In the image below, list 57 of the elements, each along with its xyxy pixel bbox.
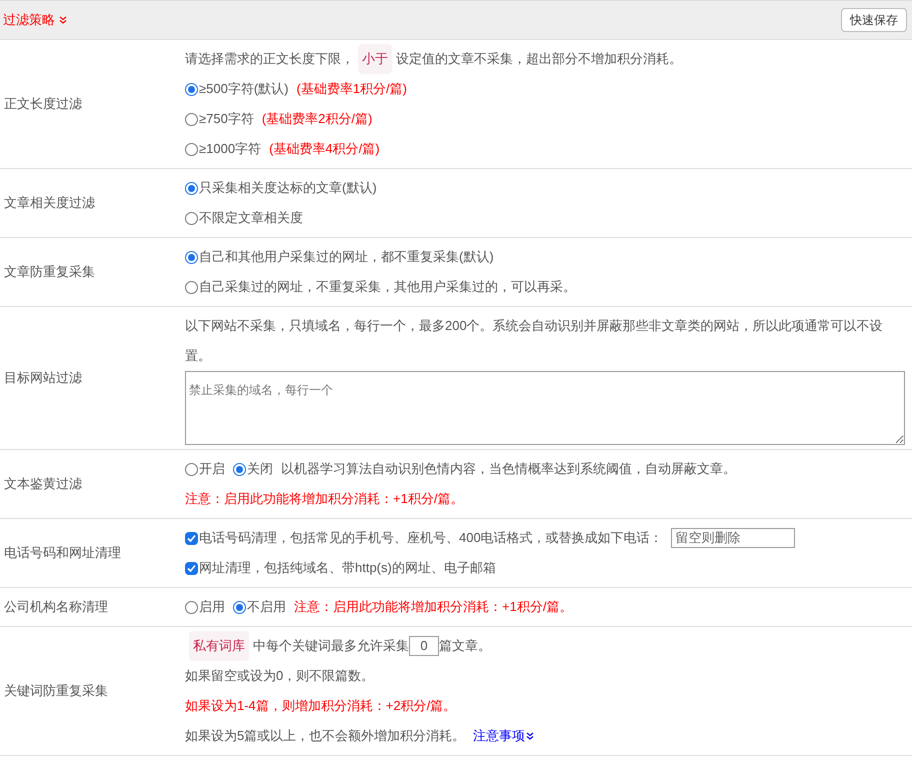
radio-button[interactable]: [233, 600, 246, 614]
notes-link[interactable]: 注意事项: [473, 721, 534, 751]
domain-textarea[interactable]: 禁止采集的域名，每行一个: [185, 371, 905, 445]
description-text: 以机器学习算法自动识别色情内容，当色情概率达到系统阈值，自动屏蔽文章。: [281, 460, 736, 478]
radio-button[interactable]: [233, 462, 246, 476]
setting-label: 目标网站过滤: [4, 369, 82, 388]
radio-option[interactable]: 自己采集过的网址，不重复采集，其他用户采集过的，可以再采。: [185, 272, 576, 302]
radio-button[interactable]: [185, 462, 198, 476]
highlight-tag: 私有词库: [189, 631, 249, 661]
warning-text: (基础费率1积分/篇): [296, 80, 407, 98]
quick-save-button[interactable]: 快速保存: [841, 8, 907, 32]
double-chevron-icon: [526, 732, 534, 740]
radio-button[interactable]: [185, 182, 198, 194]
highlight-tag: 小于: [358, 44, 392, 74]
radio-option[interactable]: 关闭: [233, 454, 273, 484]
description-text: 请选择需求的正文长度下限，: [185, 50, 354, 68]
radio-option[interactable]: 开启: [185, 454, 225, 484]
radio-button[interactable]: [185, 82, 198, 96]
checkbox[interactable]: [185, 562, 198, 574]
warning-text: 注意：启用此功能将增加积分消耗：+1积分/篇。: [185, 490, 464, 508]
checkbox[interactable]: [185, 532, 198, 544]
radio-option[interactable]: 启用: [185, 592, 225, 622]
radio-button[interactable]: [185, 250, 198, 264]
description-text: 如果留空或设为0，则不限篇数。: [185, 667, 374, 685]
radio-button[interactable]: [185, 212, 198, 224]
double-chevron-icon: [59, 16, 67, 24]
radio-option[interactable]: ≥500字符(默认): [185, 74, 288, 104]
setting-label: 文章防重复采集: [4, 263, 95, 282]
radio-option[interactable]: 自己和其他用户采集过的网址，都不重复采集(默认): [185, 242, 494, 272]
setting-label: 正文长度过滤: [4, 95, 82, 114]
radio-option[interactable]: ≥750字符: [185, 104, 254, 134]
radio-option[interactable]: ≥1000字符: [185, 134, 262, 164]
description-text: 中每个关键词最多允许采集: [253, 637, 409, 655]
radio-button[interactable]: [185, 600, 198, 614]
checkbox-option[interactable]: 电话号码清理，包括常见的手机号、座机号、400电话格式，或替换成如下电话：: [185, 523, 663, 553]
setting-label: 关键词防重复采集: [4, 682, 108, 700]
warning-text: (基础费率4积分/篇): [269, 140, 380, 158]
warning-text: 如果设为1-4篇，则增加积分消耗：+2积分/篇。: [185, 697, 456, 715]
description-text: 篇文章。: [439, 637, 491, 655]
setting-label: 电话号码和网址清理: [4, 544, 121, 562]
warning-text: (基础费率2积分/篇): [262, 110, 372, 128]
phone-input-field[interactable]: 留空则删除: [670, 528, 795, 548]
warning-text: 注意：启用此功能将增加积分消耗：+1积分/篇。: [294, 598, 572, 616]
radio-option[interactable]: 只采集相关度达标的文章(默认): [185, 173, 377, 203]
setting-label: 公司机构名称清理: [4, 598, 108, 616]
radio-button[interactable]: [185, 112, 198, 126]
radio-option[interactable]: 不限定文章相关度: [185, 203, 303, 233]
number-input-field[interactable]: 0: [409, 636, 439, 656]
description-text: 如果设为5篇或以上，也不会额外增加积分消耗。: [185, 727, 466, 745]
description-text: 设定值的文章不采集，超出部分不增加积分消耗。: [396, 50, 682, 68]
checkbox-option[interactable]: 网址清理，包括纯域名、带http(s)的网址、电子邮箱: [185, 553, 496, 583]
setting-label: 文本鉴黄过滤: [4, 475, 82, 494]
radio-option[interactable]: 不启用: [233, 592, 286, 622]
setting-label: 文章相关度过滤: [4, 194, 95, 212]
radio-button[interactable]: [185, 280, 198, 294]
description-text: 以下网站不采集，只填域名，每行一个，最多200个。系统会自动识别并屏蔽那些非文章类的网站，所以此项通常可以不设置。: [185, 317, 884, 365]
radio-button[interactable]: [185, 142, 198, 156]
